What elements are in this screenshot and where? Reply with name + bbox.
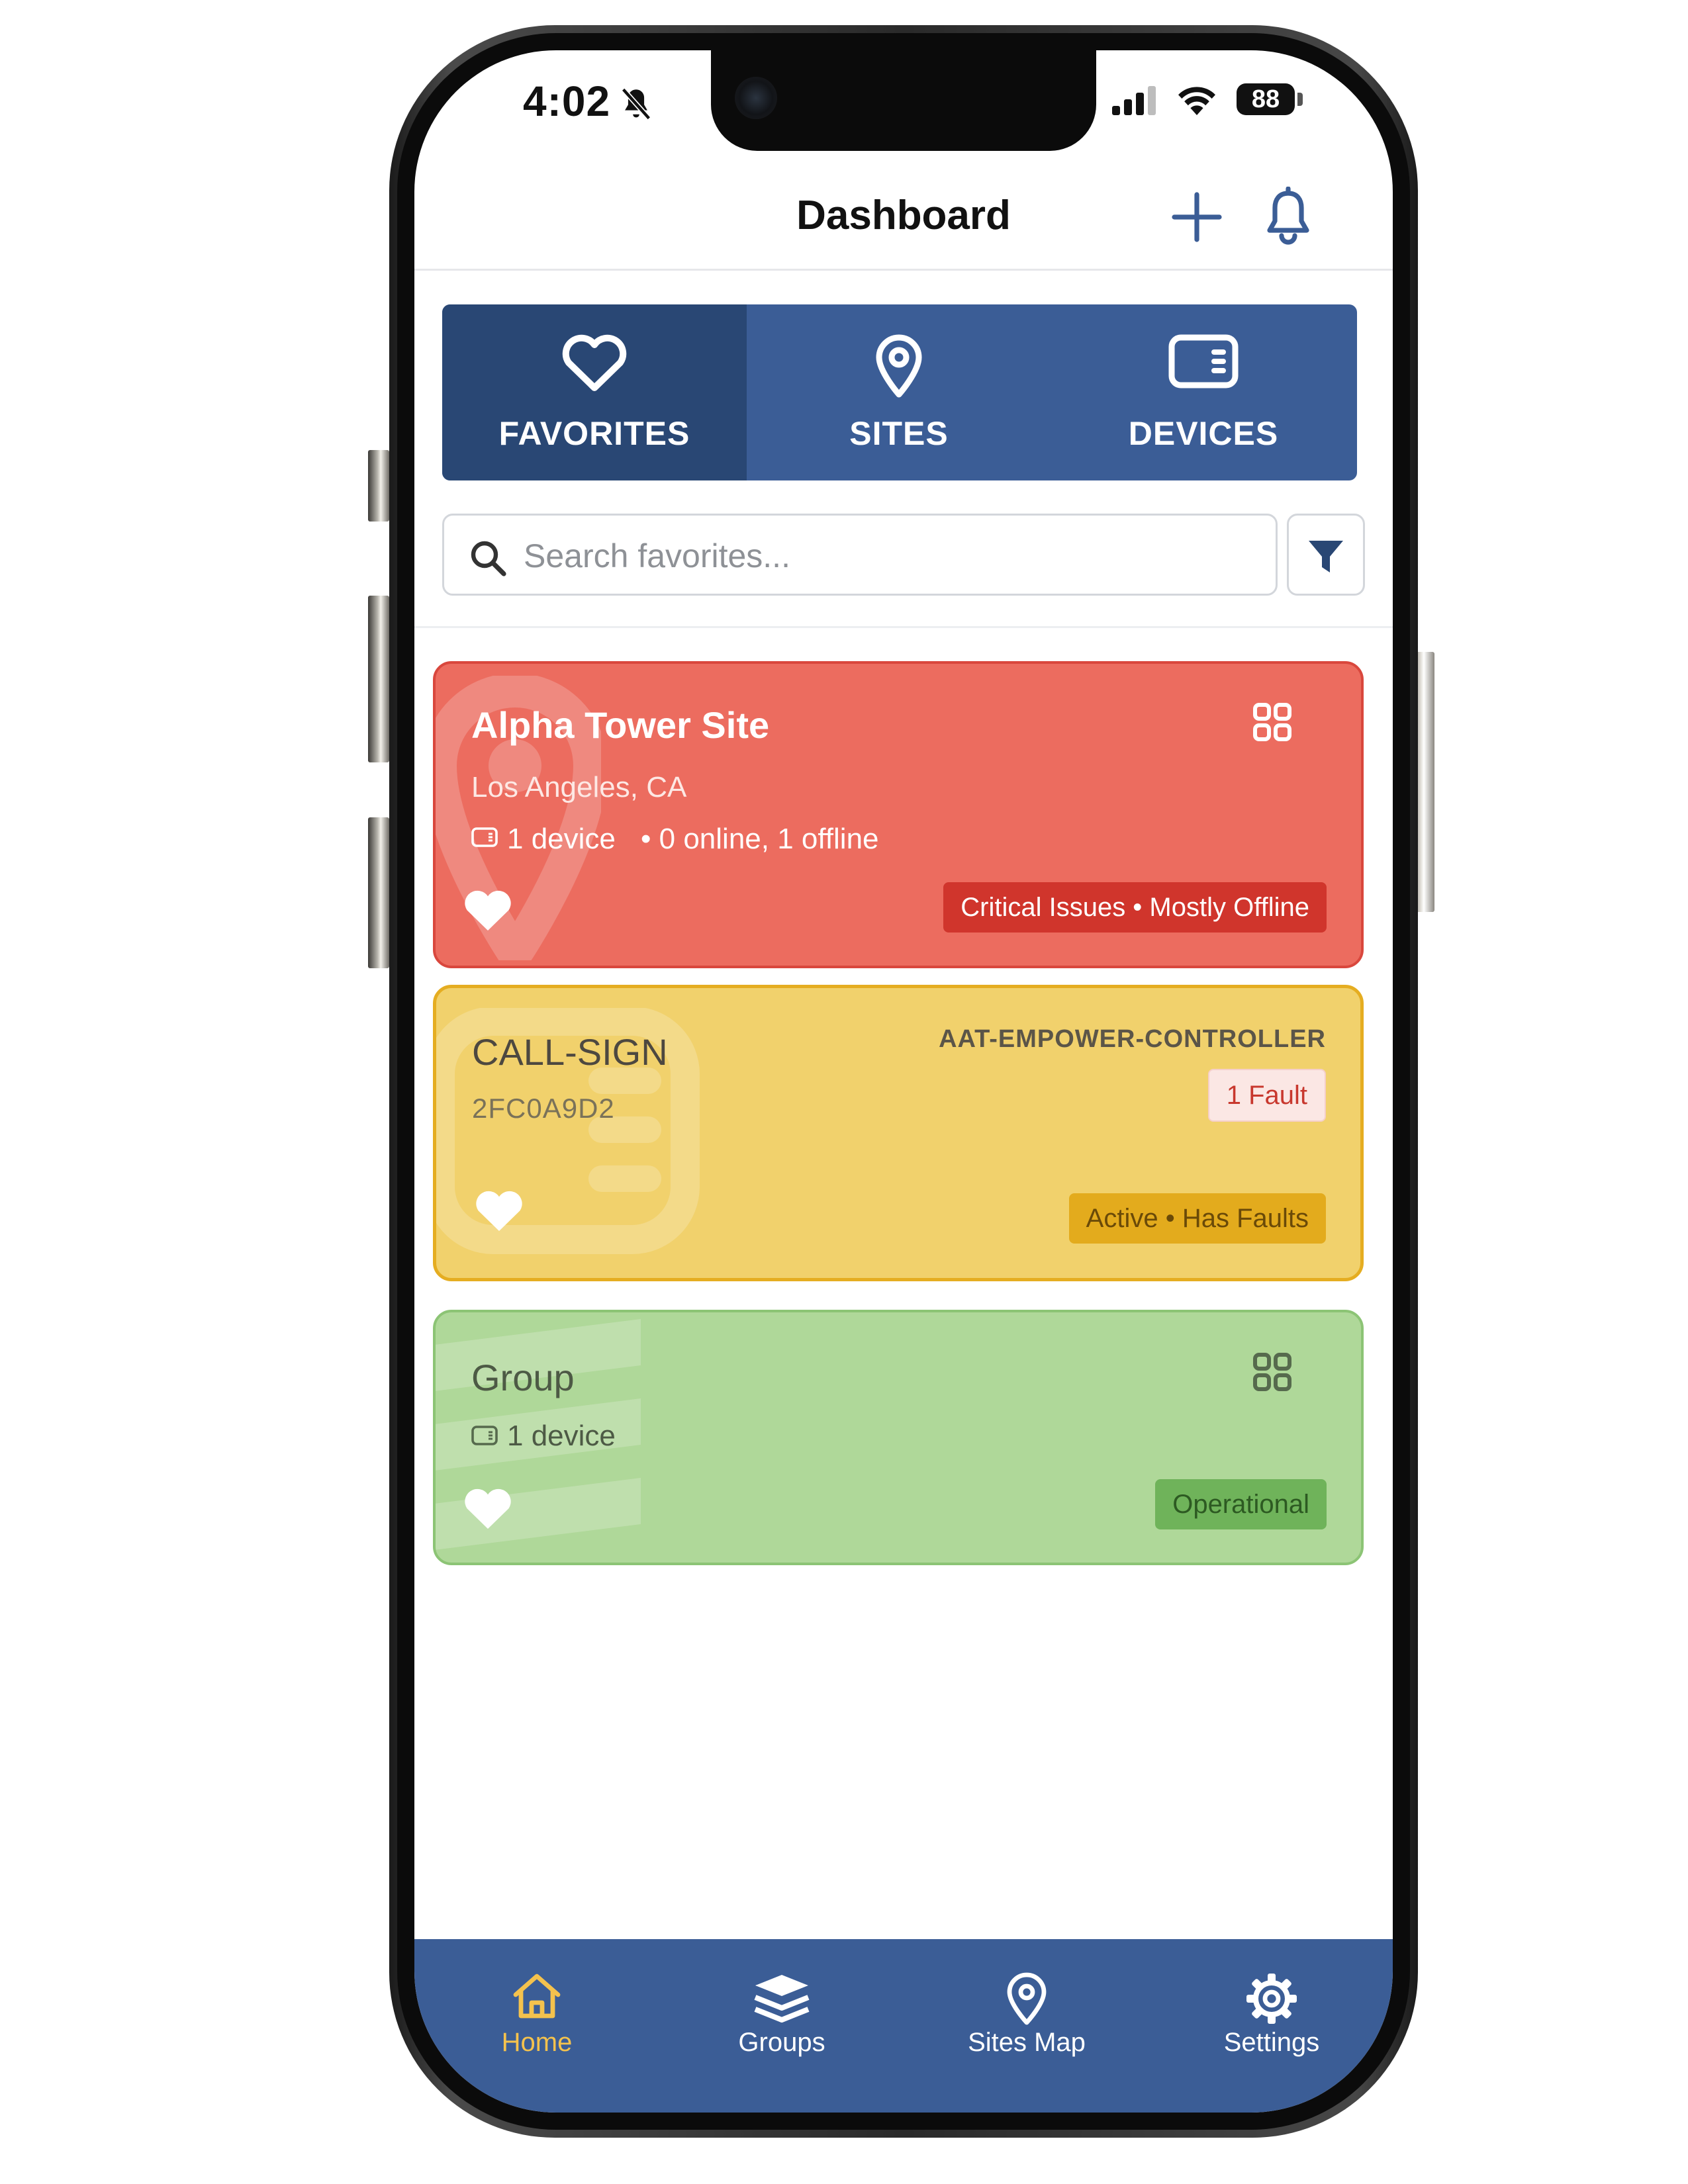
map-pin-icon — [1007, 1972, 1047, 2025]
device-count-icon — [471, 1426, 498, 1445]
silent-mode-icon — [621, 87, 651, 120]
phone-screen: 4:02 88 Dashboard FAVORITES SITES DEVICE… — [414, 50, 1393, 2113]
nav-home[interactable]: Home — [414, 1939, 659, 2071]
grid-view-icon[interactable] — [1251, 701, 1293, 743]
device-title: CALL-SIGN — [472, 1031, 668, 1073]
grid-view-icon[interactable] — [1251, 1351, 1293, 1393]
filter-button[interactable] — [1287, 514, 1365, 596]
site-status-summary: • 0 online, 1 offline — [641, 823, 879, 855]
search-icon — [471, 541, 506, 576]
nav-groups-label: Groups — [738, 2028, 825, 2057]
tab-sites[interactable]: SITES — [747, 304, 1051, 480]
heart-icon — [562, 334, 627, 391]
add-button[interactable] — [1170, 191, 1223, 244]
layers-icon — [754, 1975, 810, 2023]
action-button — [368, 450, 389, 522]
fault-count-badge: 1 Fault — [1207, 1069, 1326, 1122]
tab-sites-label: SITES — [849, 415, 949, 452]
tab-favorites-label: FAVORITES — [498, 415, 690, 452]
gear-icon — [1246, 1974, 1297, 2024]
nav-sites-map-label: Sites Map — [968, 2028, 1086, 2057]
site-status-badge: Critical Issues • Mostly Offline — [943, 882, 1327, 933]
status-time: 4:02 — [523, 77, 611, 125]
battery-indicator: 88 — [1237, 83, 1295, 115]
map-pin-icon — [876, 334, 922, 398]
site-location: Los Angeles, CA — [471, 771, 687, 803]
device-status-badge: Active • Has Faults — [1068, 1193, 1326, 1244]
site-device-count: 1 device — [507, 823, 616, 855]
tab-devices-label: DEVICES — [1128, 415, 1279, 452]
device-count-icon — [471, 827, 498, 847]
volume-up-button — [368, 596, 389, 762]
cellular-signal-icon — [1112, 86, 1156, 115]
favorite-heart-icon[interactable] — [462, 1486, 514, 1532]
page-title: Dashboard — [796, 193, 1011, 238]
wifi-icon — [1178, 87, 1215, 115]
content-divider — [414, 626, 1393, 628]
favorite-heart-icon[interactable] — [473, 1188, 525, 1234]
front-camera — [735, 77, 777, 119]
favorite-card-device[interactable]: CALL-SIGN 2FC0A9D2 AAT-EMPOWER-CONTROLLE… — [433, 985, 1364, 1281]
header-divider — [414, 269, 1393, 271]
bottom-navigation: Home Groups Sites Map Settings — [414, 1939, 1393, 2113]
favorite-card-group[interactable]: Group 1 device Operational — [433, 1310, 1364, 1565]
filter-icon — [1309, 541, 1343, 572]
battery-tip — [1297, 93, 1303, 106]
notifications-bell-icon[interactable] — [1263, 187, 1313, 246]
favorite-heart-icon[interactable] — [462, 887, 514, 934]
tab-favorites[interactable]: FAVORITES — [442, 304, 747, 480]
volume-down-button — [368, 817, 389, 968]
nav-groups[interactable]: Groups — [659, 1939, 904, 2071]
site-title: Alpha Tower Site — [471, 704, 770, 746]
device-model: AAT-EMPOWER-CONTROLLER — [939, 1025, 1326, 1053]
group-title: Group — [471, 1357, 575, 1398]
view-tabs: FAVORITES SITES DEVICES — [442, 304, 1357, 480]
group-device-count: 1 device — [507, 1420, 616, 1452]
tab-devices[interactable]: DEVICES — [1051, 304, 1356, 480]
nav-settings-label: Settings — [1223, 2028, 1320, 2057]
device-serial: 2FC0A9D2 — [472, 1093, 615, 1124]
group-status-badge: Operational — [1155, 1479, 1327, 1529]
nav-sites-map[interactable]: Sites Map — [904, 1939, 1149, 2071]
favorite-card-site[interactable]: Alpha Tower Site Los Angeles, CA 1 devic… — [433, 661, 1364, 968]
nav-settings[interactable]: Settings — [1149, 1939, 1393, 2071]
device-icon — [1168, 334, 1239, 388]
search-bar — [442, 514, 1278, 596]
search-input[interactable] — [522, 529, 1253, 583]
home-icon — [513, 1974, 561, 2019]
nav-home-label: Home — [501, 2028, 573, 2057]
